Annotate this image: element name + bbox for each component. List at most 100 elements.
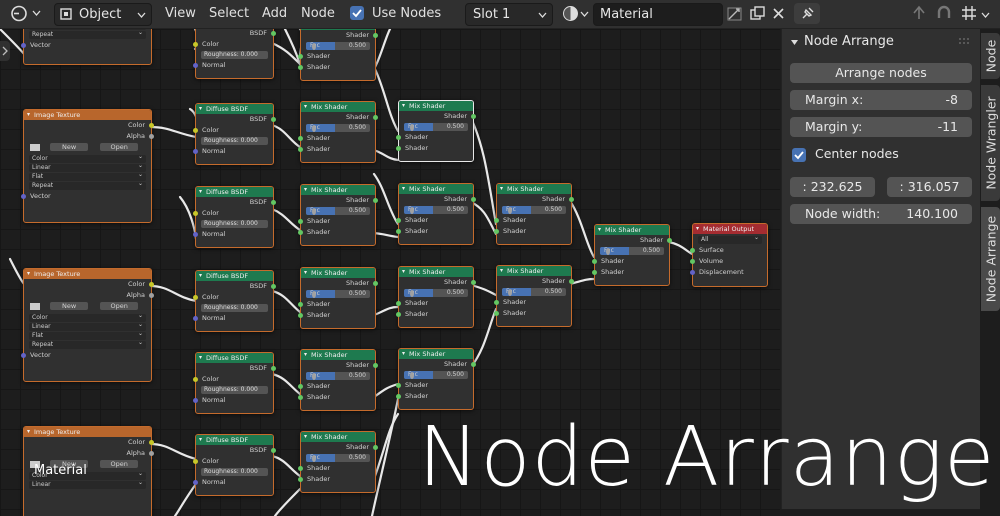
- toolbar-toggle[interactable]: [0, 41, 10, 61]
- open-image-button[interactable]: Open: [100, 460, 139, 468]
- roughness-field[interactable]: Roughness: 0.000: [201, 220, 268, 228]
- normal-socket[interactable]: [193, 149, 198, 154]
- fac-slider[interactable]: Fac0.500: [404, 123, 468, 131]
- shader-input-socket[interactable]: [396, 135, 401, 140]
- fac-socket[interactable]: [409, 372, 414, 379]
- surface-socket[interactable]: [690, 248, 695, 253]
- duplicate-icon[interactable]: [749, 5, 766, 22]
- shader-input-socket[interactable]: [298, 384, 303, 389]
- mix-shader-node[interactable]: Mix ShaderShaderFac0.500ShaderShader: [396, 183, 476, 245]
- chevron-down-icon[interactable]: [981, 11, 990, 19]
- vector-socket[interactable]: [21, 353, 26, 358]
- fac-slider[interactable]: Fac0.500: [306, 124, 370, 132]
- collapse-triangle-icon[interactable]: [790, 38, 799, 47]
- bsdf-socket[interactable]: [271, 448, 276, 453]
- shader-input-socket[interactable]: [298, 147, 303, 152]
- shader-output-socket[interactable]: [373, 445, 378, 450]
- mix-shader-node[interactable]: Mix ShaderShaderFac0.500ShaderShader: [298, 267, 378, 329]
- tab-node-arrange[interactable]: Node Arrange: [981, 207, 1000, 311]
- menu-select[interactable]: Select: [209, 3, 249, 24]
- mix-shader-node[interactable]: Mix ShaderShaderFac0.500ShaderShader: [298, 349, 378, 411]
- arrange-nodes-button[interactable]: Arrange nodes: [790, 63, 972, 83]
- shader-output-socket[interactable]: [471, 362, 476, 367]
- shader-input-socket[interactable]: [298, 477, 303, 482]
- interpolation-select[interactable]: Linear: [29, 162, 146, 172]
- volume-socket[interactable]: [690, 259, 695, 264]
- fac-socket[interactable]: [507, 289, 512, 296]
- projection-select[interactable]: Flat: [29, 171, 146, 181]
- slot-dropdown[interactable]: Slot 1: [465, 3, 553, 26]
- image-icon[interactable]: [30, 143, 40, 151]
- shader-input-socket[interactable]: [298, 230, 303, 235]
- fac-socket[interactable]: [409, 207, 414, 214]
- image-texture-node[interactable]: Image Texture Color Alpha New Open Color…: [21, 109, 154, 223]
- browse-material-button[interactable]: [560, 3, 590, 24]
- node-width-field[interactable]: Node width: 140.100: [790, 204, 972, 224]
- shader-output-socket[interactable]: [569, 279, 574, 284]
- color-socket[interactable]: [193, 42, 198, 47]
- interpolation-select[interactable]: Linear: [29, 321, 146, 331]
- mix-shader-node[interactable]: Mix ShaderShaderFac0.500ShaderShader: [396, 348, 476, 410]
- projection-select[interactable]: Flat: [29, 330, 146, 340]
- bsdf-socket[interactable]: [271, 31, 276, 36]
- fake-user-icon[interactable]: [726, 5, 744, 23]
- shader-output-socket[interactable]: [373, 115, 378, 120]
- roughness-field[interactable]: Roughness: 0.000: [201, 468, 268, 476]
- center-x-field[interactable]: : 232.625: [790, 177, 875, 197]
- mix-shader-node[interactable]: Mix ShaderShaderFac0.500ShaderShader: [298, 101, 378, 163]
- fac-socket[interactable]: [311, 208, 316, 215]
- shader-input-socket[interactable]: [396, 301, 401, 306]
- fac-socket[interactable]: [311, 373, 316, 380]
- interpolation-select[interactable]: Linear: [29, 479, 146, 489]
- color-socket[interactable]: [193, 295, 198, 300]
- roughness-field[interactable]: Roughness: 0.000: [201, 386, 268, 394]
- shader-input-socket[interactable]: [494, 229, 499, 234]
- shader-output-socket[interactable]: [569, 197, 574, 202]
- color-socket[interactable]: [193, 211, 198, 216]
- fac-slider[interactable]: Fac0.500: [306, 290, 370, 298]
- color-socket[interactable]: [193, 459, 198, 464]
- material-name-field[interactable]: Material: [593, 3, 723, 26]
- shader-output-socket[interactable]: [471, 197, 476, 202]
- fac-slider[interactable]: Fac0.500: [306, 42, 370, 50]
- diffuse-bsdf-node[interactable]: Diffuse BSDFBSDF Color Roughness: 0.000 Nor…: [193, 186, 276, 248]
- normal-socket[interactable]: [193, 63, 198, 68]
- shader-input-socket[interactable]: [298, 219, 303, 224]
- fac-socket[interactable]: [409, 124, 414, 131]
- shader-input-socket[interactable]: [396, 394, 401, 399]
- fac-socket[interactable]: [311, 455, 316, 462]
- shader-input-socket[interactable]: [494, 218, 499, 223]
- diffuse-bsdf-node[interactable]: Diffuse BSDFBSDF Color Roughness: 0.000 Nor…: [193, 270, 276, 332]
- mix-shader-node[interactable]: Mix ShaderShaderFac0.500ShaderShader: [494, 265, 574, 327]
- displacement-socket[interactable]: [690, 270, 695, 275]
- alpha-socket[interactable]: [149, 451, 154, 456]
- shader-input-socket[interactable]: [396, 312, 401, 317]
- shader-output-socket[interactable]: [373, 363, 378, 368]
- color-space-select[interactable]: Color: [29, 153, 146, 163]
- image-icon[interactable]: [30, 302, 40, 310]
- diffuse-bsdf-node[interactable]: Diffuse BSDFBSDF Color Roughness: 0.000 Nor…: [193, 434, 276, 496]
- shader-input-socket[interactable]: [298, 466, 303, 471]
- fac-slider[interactable]: Fac0.500: [404, 289, 468, 297]
- color-socket[interactable]: [149, 123, 154, 128]
- diffuse-bsdf-node[interactable]: Diffuse BSDFBSDF Color Roughness: 0.000 Nor…: [193, 352, 276, 414]
- editor-type-button[interactable]: [6, 3, 46, 24]
- mix-shader-node[interactable]: Mix ShaderShaderFac0.500ShaderShader: [298, 431, 378, 493]
- shader-output-socket[interactable]: [667, 238, 672, 243]
- menu-add[interactable]: Add: [262, 3, 287, 24]
- mix-shader-node[interactable]: Mix ShaderShaderFac0.500ShaderShader: [592, 224, 672, 286]
- color-socket[interactable]: [193, 128, 198, 133]
- output-target-select[interactable]: All: [698, 234, 762, 244]
- shader-input-socket[interactable]: [592, 270, 597, 275]
- color-socket[interactable]: [193, 377, 198, 382]
- bsdf-socket[interactable]: [271, 117, 276, 122]
- fac-slider[interactable]: Fac0.500: [306, 372, 370, 380]
- shader-input-socket[interactable]: [298, 313, 303, 318]
- menu-node[interactable]: Node: [301, 3, 335, 24]
- shader-input-socket[interactable]: [298, 65, 303, 70]
- margin-x-field[interactable]: Margin x: -8: [790, 90, 972, 110]
- fac-socket[interactable]: [409, 290, 414, 297]
- color-space-select[interactable]: Color: [29, 312, 146, 322]
- normal-socket[interactable]: [193, 316, 198, 321]
- center-y-field[interactable]: : 316.057: [887, 177, 972, 197]
